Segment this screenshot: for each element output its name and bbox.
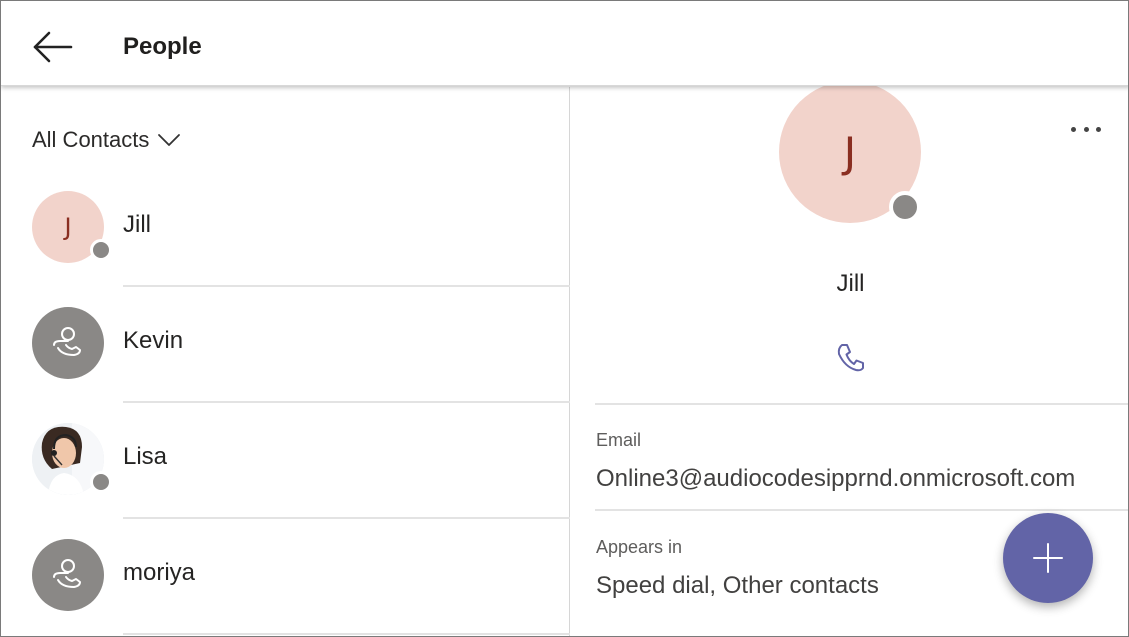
contact-list-item[interactable]: Kevin — [1, 287, 570, 403]
plus-icon — [1033, 543, 1063, 573]
detail-contact-name: Jill — [836, 270, 865, 297]
contacts-pane: All Contacts J Jill Kevin Lisa moriya — [1, 87, 570, 636]
call-button[interactable] — [833, 339, 869, 375]
avatar — [32, 307, 104, 379]
people-screen: People All Contacts J Jill Kevin Lisa mo… — [0, 0, 1129, 637]
more-horizontal-icon-dot — [1096, 126, 1101, 132]
filter-label: All Contacts — [32, 127, 150, 152]
contact-person-phone-icon — [53, 559, 81, 588]
chevron-down-icon — [158, 134, 181, 146]
contact-name: moriya — [123, 559, 196, 586]
contact-name: Jill — [123, 211, 151, 238]
contact-list-item[interactable]: Lisa — [1, 403, 570, 519]
more-options-button[interactable] — [1071, 117, 1101, 141]
divider — [123, 633, 570, 635]
back-button[interactable] — [27, 25, 77, 69]
avatar-photo — [32, 423, 112, 495]
contact-person-phone-icon — [53, 327, 81, 356]
app-header: People — [1, 1, 1128, 86]
contact-list-item[interactable]: moriya — [1, 519, 570, 635]
contacts-filter-dropdown[interactable]: All Contacts — [32, 127, 181, 153]
avatar — [32, 539, 104, 611]
more-horizontal-icon-dot — [1083, 126, 1089, 132]
presence-offline-indicator — [889, 191, 921, 223]
email-label: Email — [596, 430, 642, 450]
contact-list-item[interactable]: J Jill — [1, 171, 570, 287]
avatar-initial: J — [843, 127, 857, 177]
presence-offline-indicator — [90, 239, 112, 261]
divider — [595, 509, 1128, 511]
presence-offline-indicator — [90, 471, 112, 493]
more-horizontal-icon — [1071, 126, 1076, 132]
add-contact-button[interactable] — [1003, 513, 1093, 603]
page-title: People — [123, 33, 202, 60]
detail-avatar: J — [779, 81, 921, 223]
email-value[interactable]: Online3@audiocodesipprnd.onmicrosoft.com — [596, 465, 1075, 493]
arrow-left-icon — [33, 31, 73, 63]
divider — [595, 403, 1128, 405]
appears-in-value: Speed dial, Other contacts — [596, 572, 879, 599]
phone-icon — [837, 344, 864, 372]
avatar: J — [32, 191, 112, 263]
contact-name: Lisa — [123, 443, 168, 470]
contact-name: Kevin — [123, 327, 184, 354]
avatar-initial: J — [64, 213, 72, 241]
appears-in-label: Appears in — [596, 537, 683, 557]
